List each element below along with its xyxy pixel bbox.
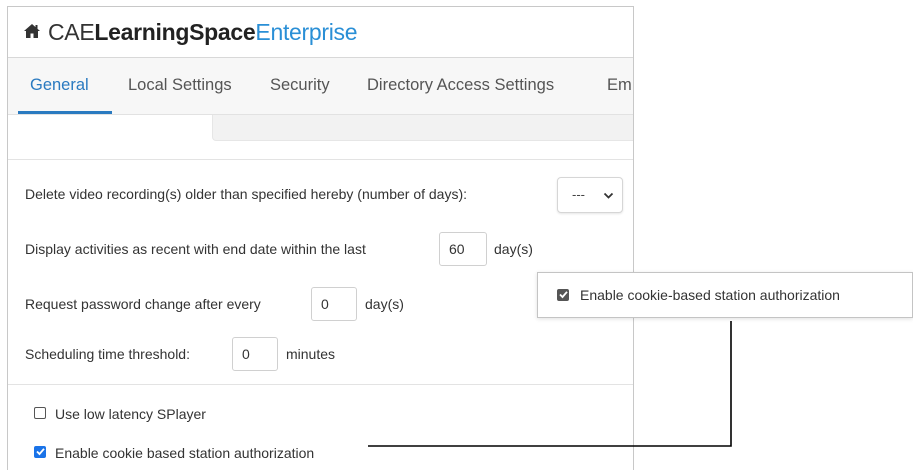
password-change-input[interactable]: 0 <box>311 287 357 321</box>
recent-activities-input[interactable]: 60 <box>439 232 487 266</box>
delete-video-select-value: --- <box>572 187 585 202</box>
delete-video-label: Delete video recording(s) older than spe… <box>25 186 468 202</box>
password-change-label: Request password change after every <box>25 296 261 312</box>
callout-label: Enable cookie-based station authorizatio… <box>580 287 840 303</box>
brand-learningspace: LearningSpace <box>94 19 256 45</box>
low-latency-label: Use low latency SPlayer <box>55 406 206 422</box>
top-panel-inner <box>212 115 633 141</box>
delete-video-select[interactable]: --- <box>557 177 623 213</box>
tab-bar: General Local Settings Security Director… <box>8 58 633 115</box>
brand-cae: CAE <box>48 19 95 45</box>
tab-security[interactable]: Security <box>270 76 330 95</box>
tab-local-settings[interactable]: Local Settings <box>128 76 232 95</box>
callout-checkbox <box>557 289 569 301</box>
scheduling-threshold-unit: minutes <box>286 346 336 362</box>
recent-activities-unit: day(s) <box>494 241 533 257</box>
recent-activities-label: Display activities as recent with end da… <box>25 241 366 257</box>
brand-enterprise: Enterprise <box>255 19 358 45</box>
tab-em[interactable]: Em <box>607 76 632 95</box>
app-window: CAELearningSpaceEnterprise General Local… <box>7 6 634 470</box>
check-mark-icon <box>559 291 568 299</box>
check-mark-icon <box>36 448 45 456</box>
screenshot-stage: CAELearningSpaceEnterprise General Local… <box>0 0 913 470</box>
top-panel <box>8 115 633 160</box>
scheduling-threshold-input[interactable]: 0 <box>232 337 278 371</box>
home-icon[interactable] <box>23 22 41 40</box>
cookie-auth-checkbox[interactable] <box>34 446 46 458</box>
section-divider <box>8 384 633 385</box>
app-brand: CAELearningSpaceEnterprise <box>48 17 358 47</box>
callout-box: Enable cookie-based station authorizatio… <box>537 272 913 318</box>
cookie-auth-label: Enable cookie based station authorizatio… <box>55 445 315 461</box>
scheduling-threshold-label: Scheduling time threshold: <box>25 346 190 362</box>
tab-directory-access-settings[interactable]: Directory Access Settings <box>367 76 554 95</box>
tab-general[interactable]: General <box>30 76 89 95</box>
low-latency-checkbox[interactable] <box>34 407 46 419</box>
app-header: CAELearningSpaceEnterprise <box>8 7 633 58</box>
password-change-unit: day(s) <box>365 296 404 312</box>
active-tab-indicator <box>18 111 112 114</box>
chevron-down-icon <box>603 192 614 199</box>
